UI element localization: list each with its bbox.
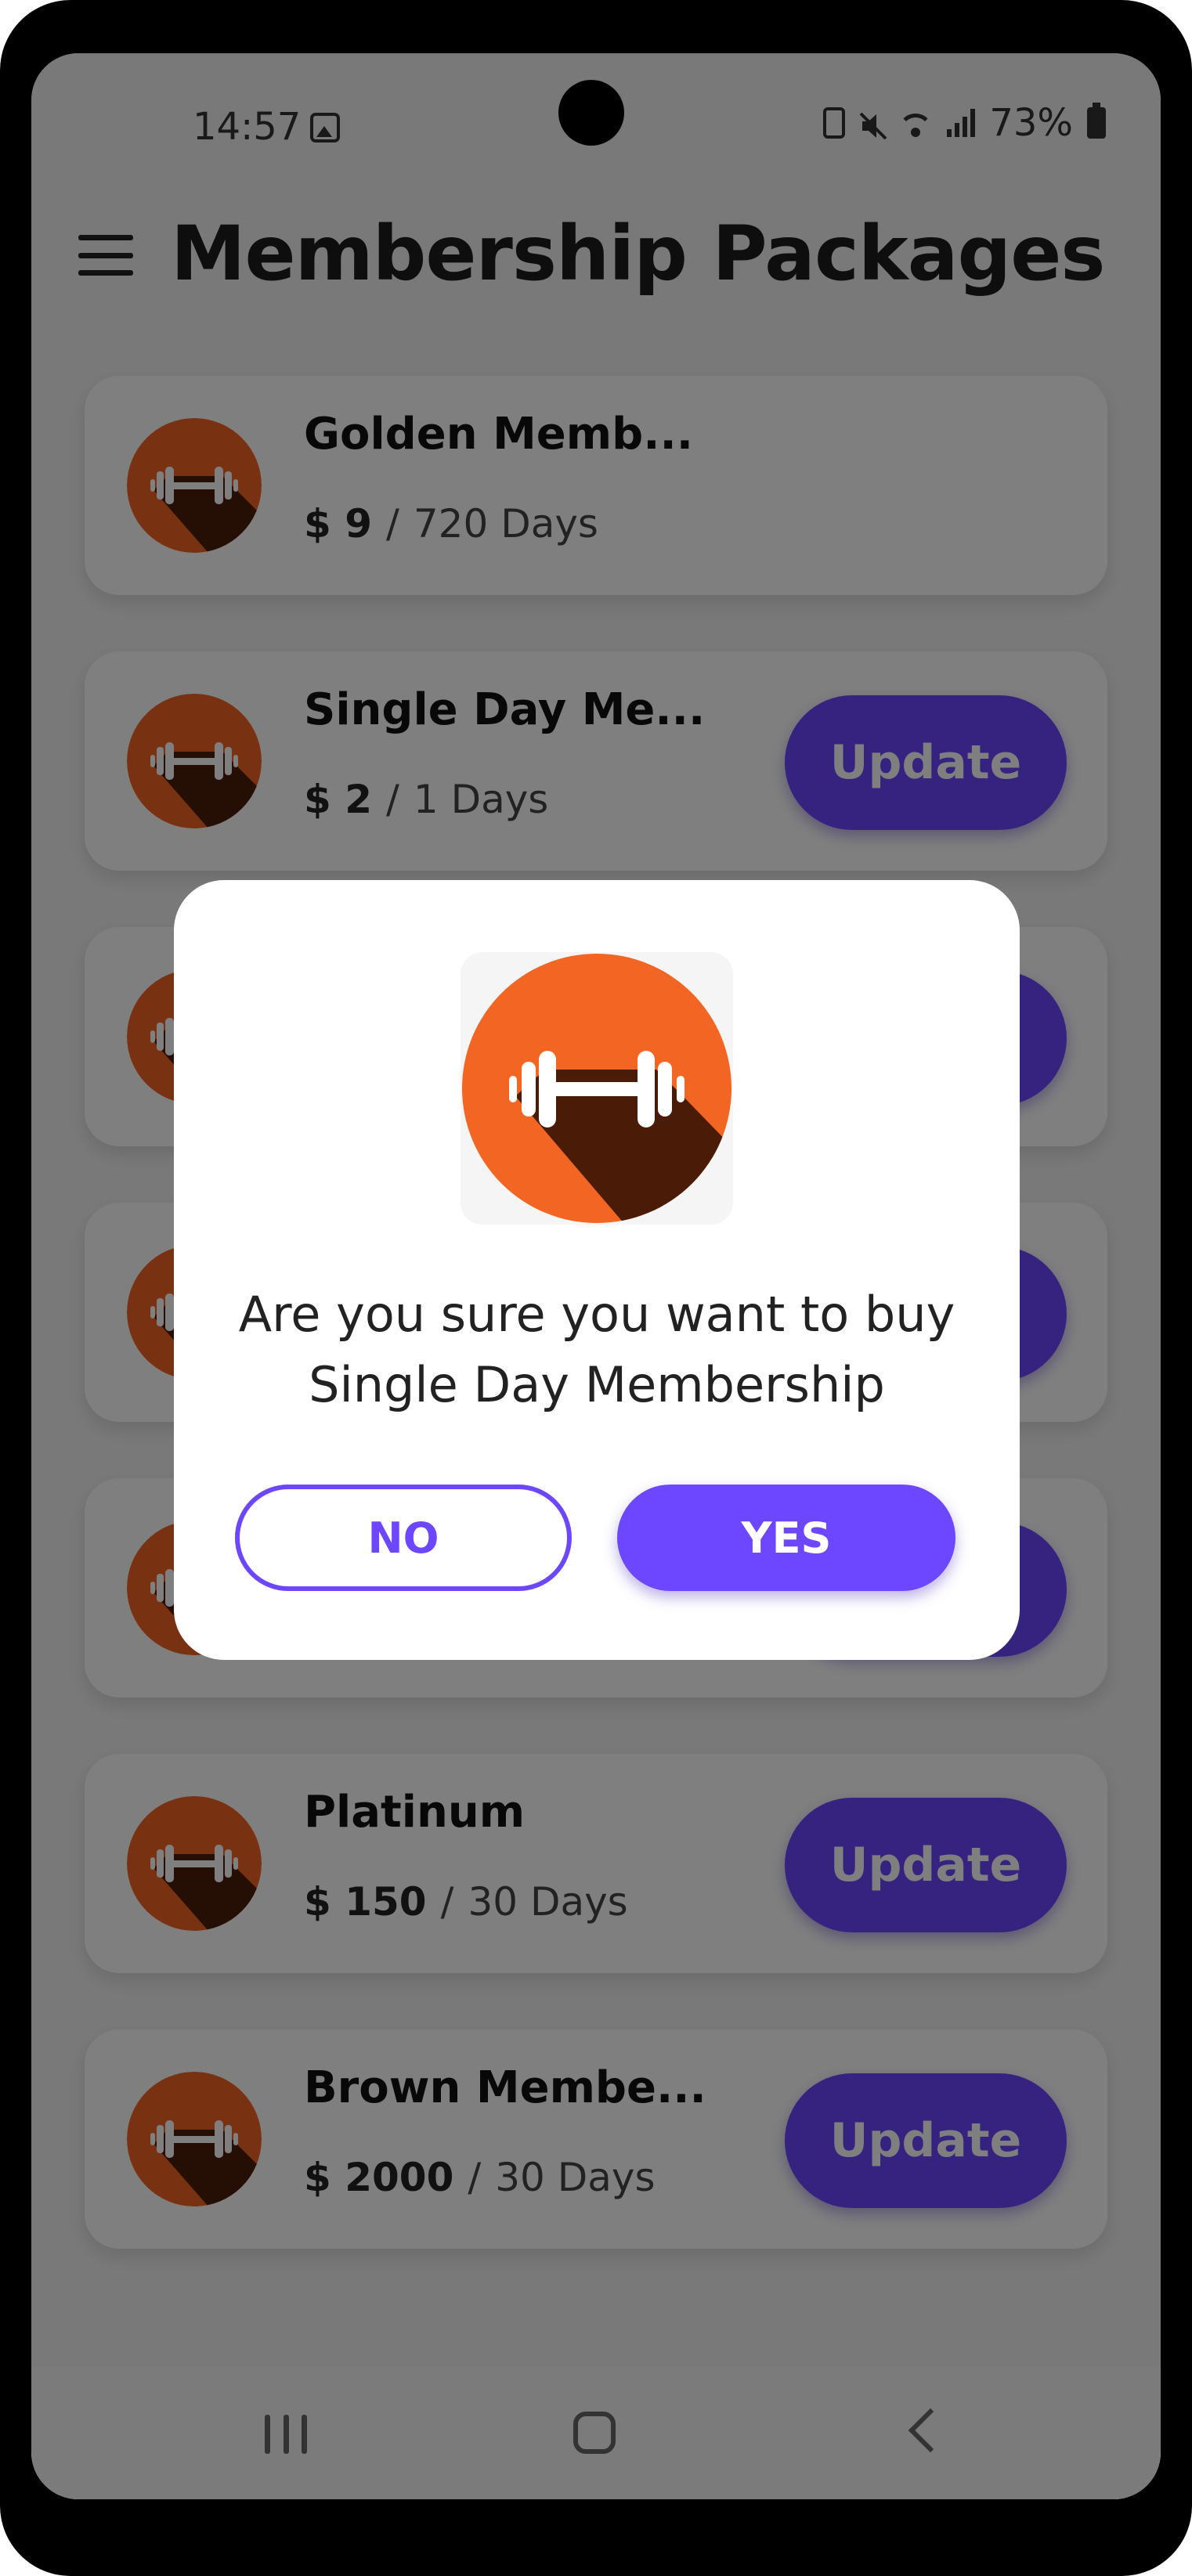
confirm-dialog: Are you sure you want to buy Single Day … xyxy=(174,880,1020,1660)
screen: 14:57 73% Membership Packages Golden Mem… xyxy=(31,53,1161,2499)
dialog-message-line1: Are you sure you want to buy xyxy=(238,1286,955,1343)
dumbbell-icon xyxy=(461,952,733,1225)
dialog-message-line2: Single Day Membership xyxy=(309,1356,885,1413)
dialog-message: Are you sure you want to buy Single Day … xyxy=(205,1279,988,1420)
no-button[interactable]: NO xyxy=(235,1485,572,1591)
yes-button[interactable]: YES xyxy=(617,1485,955,1591)
phone-frame: 14:57 73% Membership Packages Golden Mem… xyxy=(0,0,1192,2576)
